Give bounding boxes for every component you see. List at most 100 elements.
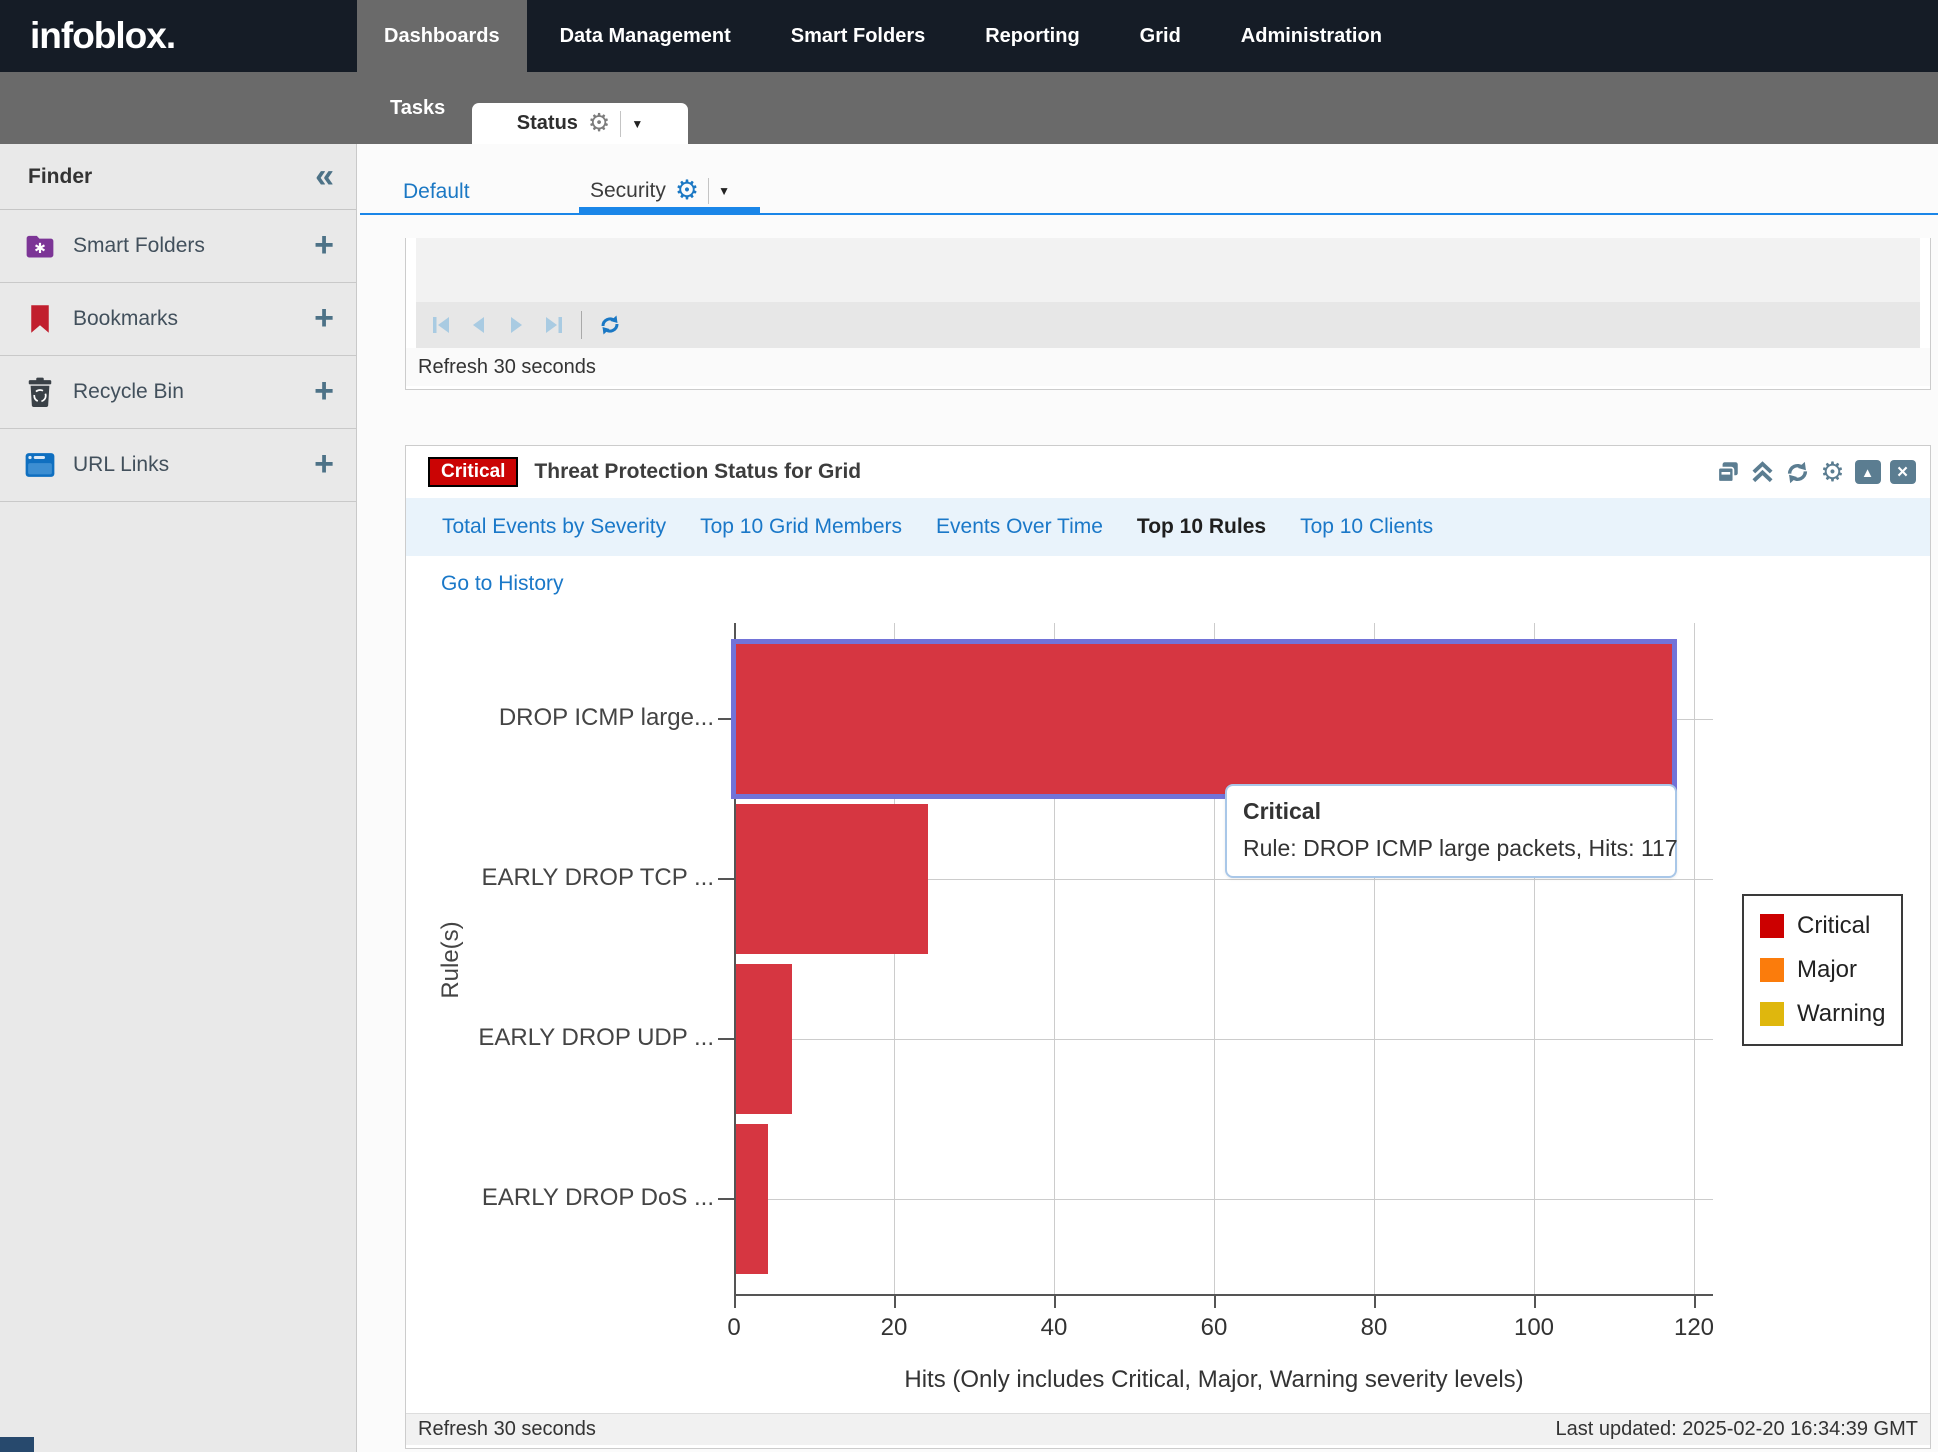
y-tick-mark [718,1198,734,1200]
widget-tab-top-10-rules[interactable]: Top 10 Rules [1137,515,1266,539]
sidebar-item-url-links[interactable]: URL Links+ [0,429,356,502]
bar-early-drop-tcp[interactable] [736,804,928,954]
pagination-toolbar [416,302,1920,348]
bar-early-drop-udp[interactable] [736,964,792,1114]
main-menu: DashboardsData ManagementSmart FoldersRe… [357,0,1415,72]
menu-item-administration[interactable]: Administration [1214,0,1409,72]
widget-title: Threat Protection Status for Grid [534,460,1714,484]
bar-early-drop-dos[interactable] [736,1124,768,1274]
go-to-history-link[interactable]: Go to History [441,572,564,596]
active-tab-underline [579,207,760,214]
close-icon[interactable]: × [1889,459,1916,485]
collapse-up-icon[interactable] [1749,459,1776,485]
viewport-cut-element [0,1437,34,1452]
x-tick-mark [1694,1296,1696,1308]
y-tick-label: EARLY DROP TCP ... [406,864,714,892]
refresh-note: Refresh 30 seconds [418,1418,1556,1441]
view-tab-security[interactable]: Security ⚙ ▼ [590,177,730,204]
widget-window-controls: ⚙ ▲ × [1714,459,1916,485]
legend-swatch-warning [1760,1002,1784,1026]
x-tick-mark [1374,1296,1376,1308]
sidebar-item-bookmarks[interactable]: Bookmarks + [0,283,356,356]
x-tick-mark [1214,1296,1216,1308]
plus-icon[interactable]: + [314,305,334,332]
severity-badge: Critical [428,457,518,487]
plus-icon[interactable]: + [314,378,334,405]
sidebar-item-label: Recycle Bin [73,380,297,404]
collapse-left-icon[interactable]: « [315,163,334,190]
menu-item-reporting[interactable]: Reporting [958,0,1106,72]
tab-status[interactable]: Status ⚙ ▼ [472,103,688,144]
legend-item-warning: Warning [1760,1000,1885,1028]
gear-icon[interactable]: ⚙ [588,111,610,136]
caret-down-icon[interactable]: ▼ [631,117,643,131]
gear-icon[interactable]: ⚙ [1819,459,1846,485]
smart-folders-icon [24,231,56,261]
previous-page-icon[interactable] [467,313,491,337]
top-navbar: infoblox. DashboardsData ManagementSmart… [0,0,1938,72]
menu-item-dashboards[interactable]: Dashboards [357,0,527,72]
sidebar-item-recycle-bin[interactable]: Recycle Bin + [0,356,356,429]
view-tab-default[interactable]: Default [403,180,470,204]
view-tab-security-label: Security [590,179,666,203]
bar-drop-icmp-large[interactable] [736,644,1672,794]
widget-tab-total-events-by-severity[interactable]: Total Events by Severity [442,515,666,539]
sidebar-item-smart-folders[interactable]: Smart Folders+ [0,210,356,283]
divider [581,311,582,339]
sidebar-item-label: Bookmarks [73,307,297,331]
widget-tab-top-10-grid-members[interactable]: Top 10 Grid Members [700,515,902,539]
legend-label: Critical [1797,912,1870,940]
refresh-note: Refresh 30 seconds [406,348,1930,386]
x-tick-label: 80 [1334,1314,1414,1342]
x-tick-label: 100 [1494,1314,1574,1342]
x-axis-line [734,1294,1713,1296]
chart-y-axis-title: Rule(s) [437,900,465,1020]
refresh-icon[interactable] [1784,459,1811,485]
gear-icon[interactable]: ⚙ [675,177,699,204]
legend-item-major: Major [1760,956,1885,984]
y-tick-mark [718,878,734,880]
last-page-icon[interactable] [541,313,565,337]
legend-swatch-major [1760,958,1784,982]
recycle-bin-icon [24,377,56,407]
finder-header: Finder « [0,144,356,210]
x-tick-mark [894,1296,896,1308]
x-tick-mark [734,1296,736,1308]
x-tick-mark [1534,1296,1536,1308]
x-tick-label: 0 [694,1314,774,1342]
finder-title: Finder [28,165,315,189]
widget-tab-top-10-clients[interactable]: Top 10 Clients [1300,515,1433,539]
refresh-icon[interactable] [598,313,622,337]
next-page-icon[interactable] [504,313,528,337]
x-tick-label: 20 [854,1314,934,1342]
menu-item-smart-folders[interactable]: Smart Folders [764,0,952,72]
y-tick-label: EARLY DROP UDP ... [406,1024,714,1052]
x-tick-label: 40 [1014,1314,1094,1342]
plus-icon[interactable]: + [314,232,334,259]
url-links-icon [24,450,56,480]
caret-down-icon[interactable]: ▼ [718,184,730,198]
tab-tasks[interactable]: Tasks [390,72,445,144]
truncated-widget-panel: Refresh 30 seconds [405,238,1931,390]
x-tick-mark [1054,1296,1056,1308]
widget-header: Critical Threat Protection Status for Gr… [406,446,1930,498]
bookmarks-icon [24,304,56,334]
first-page-icon[interactable] [430,313,454,337]
menu-item-grid[interactable]: Grid [1113,0,1208,72]
chart-x-axis-title: Hits (Only includes Critical, Major, War… [804,1366,1624,1394]
divider [620,111,621,137]
maximize-icon[interactable]: ▲ [1854,459,1881,485]
dashboard-view-tabs: Default Security ⚙ ▼ [357,144,1938,216]
x-tick-label: 60 [1174,1314,1254,1342]
menu-item-data-management[interactable]: Data Management [533,0,758,72]
legend-swatch-critical [1760,914,1784,938]
plus-icon[interactable]: + [314,451,334,478]
widget-footer: Refresh 30 seconds Last updated: 2025-02… [406,1413,1930,1445]
copy-icon[interactable] [1714,459,1741,485]
widget-tab-events-over-time[interactable]: Events Over Time [936,515,1103,539]
tooltip-body: Rule: DROP ICMP large packets, Hits: 117 [1243,835,1659,862]
infoblox-logo: infoblox. [0,0,357,72]
legend-item-critical: Critical [1760,912,1885,940]
finder-items: Smart Folders+Bookmarks+Recycle Bin+URL … [0,210,356,502]
y-tick-mark [718,1038,734,1040]
